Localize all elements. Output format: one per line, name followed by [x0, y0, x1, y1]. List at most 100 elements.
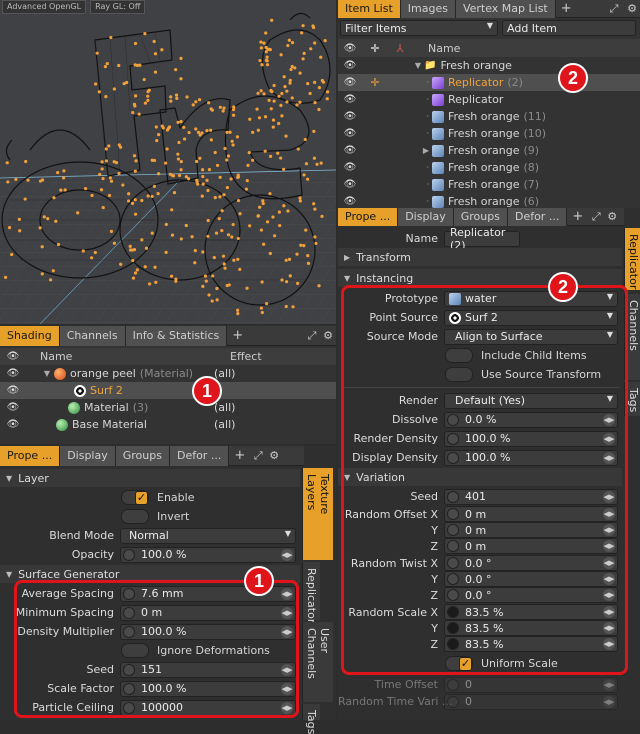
invert[interactable]: Invert — [121, 507, 189, 526]
visibility-eye-icon[interactable]: 👁 — [0, 368, 26, 379]
side-tab-texture-layers[interactable]: Texture Layers — [302, 468, 333, 560]
tab-groups[interactable]: Groups — [453, 207, 508, 226]
add-item-button[interactable]: Add Item — [502, 20, 636, 36]
slider-arrows-icon[interactable]: ◀▶ — [281, 548, 293, 561]
tab-item-list[interactable]: Item List — [338, 0, 401, 18]
animation-key-icon[interactable] — [123, 548, 135, 561]
tab-groups[interactable]: Groups — [115, 445, 170, 466]
visibility-eye-icon[interactable]: 👁 — [338, 94, 362, 105]
axis-header-icon[interactable]: ⅄ — [388, 42, 412, 55]
particle-point — [272, 234, 277, 238]
particle-point — [296, 147, 300, 151]
particle-point — [109, 229, 114, 233]
name-field[interactable]: Replicator (2) — [444, 226, 520, 252]
enable-toggle[interactable]: ✓ — [121, 490, 149, 505]
particle-point — [93, 250, 97, 255]
slider-arrows-icon[interactable]: ◀▶ — [603, 695, 615, 708]
visibility-eye-icon[interactable]: 👁 — [338, 196, 362, 207]
animation-key-icon[interactable] — [447, 678, 459, 691]
visibility-header-icon[interactable]: 👁 — [338, 43, 362, 54]
tab-shading[interactable]: Shading — [0, 325, 60, 346]
tab-deformers[interactable]: Defor ... — [507, 207, 568, 226]
visibility-header-icon[interactable]: 👁 — [0, 351, 26, 362]
viewport-render-label[interactable]: Advanced OpenGL — [2, 0, 87, 14]
maximize-icon[interactable]: ⤢ — [588, 210, 604, 224]
opacity-field[interactable]: 100.0 % ◀▶ — [120, 546, 296, 563]
particle-point — [172, 191, 177, 195]
checkbox-icon[interactable]: ✓ — [135, 490, 148, 505]
gear-icon[interactable]: ⚙ — [320, 329, 336, 343]
visibility-eye-icon[interactable]: 👁 — [338, 128, 362, 139]
tab-images[interactable]: Images — [400, 0, 456, 18]
item-list-row[interactable]: 👁 · Replicator — [338, 91, 640, 108]
item-suffix: (9) — [523, 144, 540, 157]
expand-arrow-icon[interactable]: ▼ — [412, 61, 424, 70]
filter-items-dropdown[interactable]: Filter Items ▼ — [340, 20, 498, 36]
slider-arrows-icon[interactable]: ◀▶ — [603, 678, 615, 691]
tab-properties[interactable]: Prope ... — [338, 207, 399, 226]
particle-point — [140, 198, 144, 203]
tab-properties[interactable]: Prope ... — [0, 445, 61, 466]
particle-point — [179, 237, 183, 241]
visibility-eye-icon[interactable]: 👁 — [338, 111, 362, 122]
tab-info-statistics[interactable]: Info & Statistics — [125, 325, 228, 346]
expand-arrow-icon[interactable]: ▼ — [26, 369, 54, 378]
visibility-eye-icon[interactable]: 👁 — [0, 385, 26, 396]
visibility-eye-icon[interactable]: 👁 — [0, 419, 26, 430]
item-list-row[interactable]: 👁 ▼ 📁 Fresh orange — [338, 57, 640, 74]
item-list-row[interactable]: 👁 ✛ · Replicator (2) — [338, 74, 640, 91]
animation-key-icon[interactable] — [447, 695, 459, 708]
particle-point — [184, 223, 188, 228]
shading-row[interactable]: 👁 Material (3) (all) — [0, 399, 336, 416]
lock-indicator-icon[interactable]: ✛ — [362, 76, 388, 89]
gear-icon[interactable]: ⚙ — [266, 449, 282, 462]
mesh-cube-icon — [432, 127, 444, 140]
tab-display[interactable]: Display — [398, 207, 454, 226]
tab-display[interactable]: Display — [60, 445, 116, 466]
add-tab-icon[interactable]: + — [227, 328, 248, 343]
add-tab-icon[interactable]: + — [556, 1, 577, 16]
gear-icon[interactable]: ⚙ — [604, 210, 620, 223]
enable[interactable]: ✓ Enable — [121, 488, 194, 507]
item-list-row[interactable]: 👁 · Fresh orange (7) — [338, 176, 640, 193]
item-list-row[interactable]: 👁 ▶ Fresh orange (9) — [338, 142, 640, 159]
opacity-label: Opacity — [71, 548, 114, 561]
tree-connector: · — [426, 95, 429, 104]
particle-point — [262, 92, 266, 96]
visibility-eye-icon[interactable]: 👁 — [0, 402, 26, 413]
shading-row[interactable]: 👁 Base Material (all) — [0, 416, 336, 433]
layer-section[interactable]: ▼ Layer — [0, 469, 300, 487]
viewport-raygl-label[interactable]: Ray GL: Off — [90, 0, 146, 14]
add-tab-icon[interactable]: + — [567, 209, 588, 224]
visibility-eye-icon[interactable]: 👁 — [338, 77, 362, 88]
particle-point — [99, 188, 104, 192]
maximize-icon[interactable]: ⤢ — [250, 449, 266, 463]
maximize-icon[interactable]: ⤢ — [304, 329, 320, 343]
visibility-eye-icon[interactable]: 👁 — [338, 60, 362, 71]
particle-point — [164, 250, 168, 254]
add-tab-icon[interactable]: + — [229, 448, 250, 463]
blend-mode-field[interactable]: Normal ▼ — [120, 527, 296, 544]
visibility-eye-icon[interactable]: 👁 — [338, 179, 362, 190]
gear-icon[interactable]: ⚙ — [624, 2, 640, 16]
visibility-eye-icon[interactable]: 👁 — [338, 145, 362, 156]
item-list-row[interactable]: 👁 · Fresh orange (10) — [338, 125, 640, 142]
tab-vertex-map-list[interactable]: Vertex Map List — [455, 0, 556, 18]
time-offset-field[interactable]: 0 ◀▶ — [444, 676, 618, 693]
item-list-row[interactable]: 👁 · Fresh orange (11) — [338, 108, 640, 125]
tab-deformers[interactable]: Defor ... — [169, 445, 230, 466]
side-tab-replicator[interactable]: Replicator — [624, 228, 640, 290]
visibility-eye-icon[interactable]: 👁 — [338, 162, 362, 173]
lock-header-icon[interactable]: ✛ — [362, 42, 388, 55]
tab-channels[interactable]: Channels — [59, 325, 126, 346]
particle-point — [153, 265, 157, 269]
shading-row[interactable]: 👁 Surf 2 — [0, 382, 336, 399]
invert-toggle[interactable] — [121, 509, 149, 524]
item-list-row[interactable]: 👁 · Fresh orange (8) — [338, 159, 640, 176]
random-time-variation-field[interactable]: 0 ◀▶ — [444, 693, 618, 710]
side-tab-user-channels[interactable]: User Channels — [302, 622, 333, 702]
shading-row[interactable]: 👁 ▼ orange peel (Material) (all) — [0, 365, 336, 382]
3d-viewport[interactable]: Advanced OpenGL Ray GL: Off — [0, 0, 336, 324]
transform-section[interactable]: ▶ Transform — [338, 248, 622, 266]
maximize-icon[interactable]: ⤢ — [606, 2, 622, 16]
